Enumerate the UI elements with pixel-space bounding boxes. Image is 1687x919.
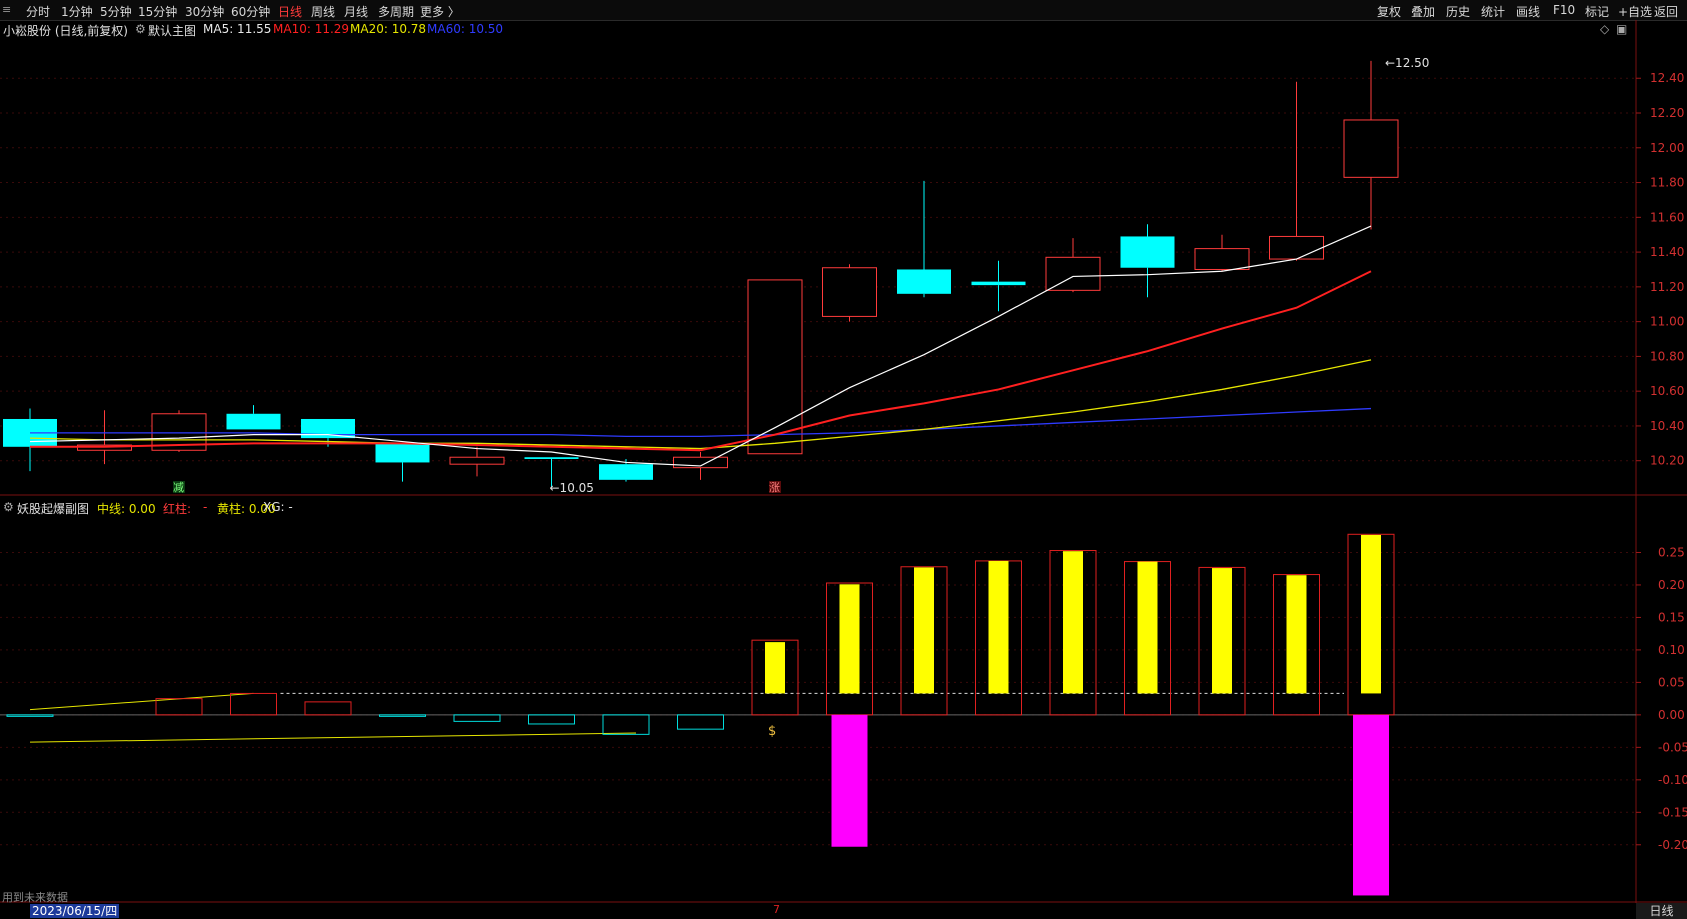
cyan-bar bbox=[453, 714, 501, 722]
y-tick-label: 0.05 bbox=[1658, 675, 1685, 689]
low-price-label: ←10.05 bbox=[550, 481, 594, 495]
y-tick-label: 11.20 bbox=[1650, 280, 1684, 294]
cyan-bar bbox=[528, 714, 575, 725]
y-tick-label: 10.60 bbox=[1650, 384, 1684, 398]
cyan-bar bbox=[602, 714, 650, 735]
candle-body bbox=[226, 413, 281, 430]
y-tick-label: 12.00 bbox=[1650, 141, 1684, 155]
y-tick-label: 11.60 bbox=[1650, 210, 1684, 224]
candle-body bbox=[1269, 235, 1324, 260]
candle-body bbox=[1343, 119, 1399, 178]
y-tick-label: 11.40 bbox=[1650, 245, 1684, 259]
yellow-bar bbox=[1063, 551, 1083, 694]
candle-body bbox=[971, 281, 1026, 286]
yellow-bar bbox=[765, 642, 785, 694]
y-tick-label: 12.40 bbox=[1650, 71, 1684, 85]
trend-line-lower bbox=[29, 732, 637, 743]
red-bar bbox=[304, 701, 352, 716]
high-price-label: ←12.50 bbox=[1385, 56, 1429, 70]
y-tick-label: 0.00 bbox=[1658, 708, 1685, 722]
candle-body bbox=[897, 269, 951, 294]
candle-body bbox=[449, 456, 505, 465]
candle-body bbox=[1045, 256, 1101, 291]
y-tick-label: 11.00 bbox=[1650, 315, 1684, 329]
candle-body bbox=[524, 457, 579, 459]
yellow-bar bbox=[1212, 568, 1232, 694]
y-tick-label: -0.15 bbox=[1658, 805, 1687, 819]
y-tick-label: -0.10 bbox=[1658, 773, 1687, 787]
candle-body bbox=[1194, 248, 1250, 270]
magenta-bar bbox=[1353, 714, 1389, 896]
yellow-bar bbox=[1361, 534, 1381, 694]
candle-body bbox=[1120, 236, 1175, 268]
y-tick-label: 12.20 bbox=[1650, 106, 1684, 120]
cyan-bar bbox=[6, 714, 54, 717]
magenta-bar bbox=[831, 714, 868, 847]
candle-body bbox=[599, 464, 653, 480]
y-tick-label: -0.20 bbox=[1658, 838, 1687, 852]
candle-body bbox=[822, 267, 877, 317]
y-tick-label: 11.80 bbox=[1650, 176, 1684, 190]
y-tick-label: 0.10 bbox=[1658, 643, 1685, 657]
month-mark: 7 bbox=[773, 903, 780, 916]
trend-line-upper bbox=[29, 692, 254, 711]
red-bar bbox=[155, 698, 203, 716]
kline-chart[interactable]: 12.40 12.20 12.00 11.80 11.60 11.40 11.20 11.00… bbox=[0, 0, 1687, 919]
candle-body bbox=[375, 443, 430, 463]
yellow-bar bbox=[988, 560, 1009, 694]
yellow-bar bbox=[839, 584, 860, 694]
y-tick-label: 0.15 bbox=[1658, 610, 1685, 624]
date-axis bbox=[0, 903, 1687, 919]
cyan-bar bbox=[379, 714, 426, 717]
y-tick-label: 0.20 bbox=[1658, 578, 1685, 592]
cursor-date: 2023/06/15/四 bbox=[30, 904, 120, 918]
cyan-bar bbox=[677, 714, 724, 730]
y-tick-label: -0.05 bbox=[1658, 740, 1687, 754]
red-bar bbox=[230, 692, 277, 716]
yellow-bar bbox=[1137, 561, 1158, 694]
yellow-bar bbox=[914, 567, 934, 694]
yellow-bar bbox=[1286, 575, 1307, 694]
plus-badge: 涨 bbox=[769, 481, 780, 494]
y-tick-label: 10.80 bbox=[1650, 349, 1684, 363]
money-bag-icon: $ bbox=[768, 724, 776, 739]
y-tick-label: 10.40 bbox=[1650, 419, 1684, 433]
period-tab[interactable]: 日线 bbox=[1636, 903, 1687, 919]
minus-badge: 减 bbox=[173, 481, 184, 494]
y-tick-label: 0.25 bbox=[1658, 545, 1685, 559]
y-tick-label: 10.20 bbox=[1650, 454, 1684, 468]
